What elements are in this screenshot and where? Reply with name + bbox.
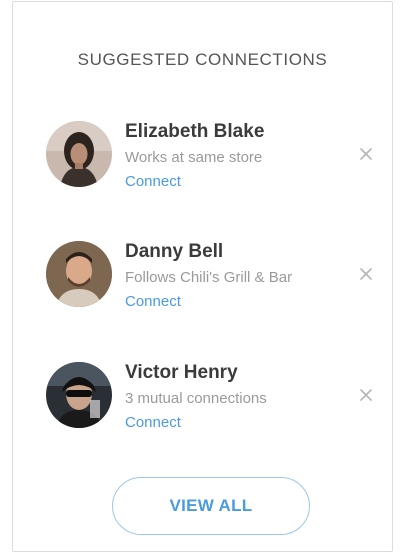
connect-link[interactable]: Connect [125, 414, 181, 431]
connection-name[interactable]: Victor Henry [125, 362, 238, 384]
connection-detail: Follows Chili's Grill & Bar [125, 269, 293, 286]
close-icon [360, 148, 372, 160]
avatar[interactable] [46, 241, 112, 307]
dismiss-button[interactable] [359, 147, 373, 161]
connect-link[interactable]: Connect [125, 293, 181, 310]
list-item: Elizabeth Blake Works at same store Conn… [13, 121, 392, 211]
avatar-photo [46, 121, 112, 187]
dismiss-button[interactable] [359, 388, 373, 402]
close-icon [360, 268, 372, 280]
connection-detail: Works at same store [125, 149, 263, 166]
avatar[interactable] [46, 121, 112, 187]
avatar-photo [46, 362, 112, 428]
view-all-button[interactable]: VIEW ALL [112, 477, 310, 535]
connection-detail: 3 mutual connections [125, 390, 267, 407]
panel-title: SUGGESTED CONNECTIONS [77, 50, 328, 69]
list-item: Victor Henry 3 mutual connections Connec… [13, 362, 392, 452]
suggested-connections-card: SUGGESTED CONNECTIONS Elizabeth Blake Wo… [12, 1, 393, 552]
avatar-photo [46, 241, 112, 307]
list-item: Danny Bell Follows Chili's Grill & Bar C… [13, 241, 392, 331]
close-icon [360, 389, 372, 401]
connection-name[interactable]: Danny Bell [125, 241, 223, 263]
connect-link[interactable]: Connect [125, 173, 181, 190]
dismiss-button[interactable] [359, 267, 373, 281]
connection-name[interactable]: Elizabeth Blake [125, 121, 264, 143]
avatar[interactable] [46, 362, 112, 428]
